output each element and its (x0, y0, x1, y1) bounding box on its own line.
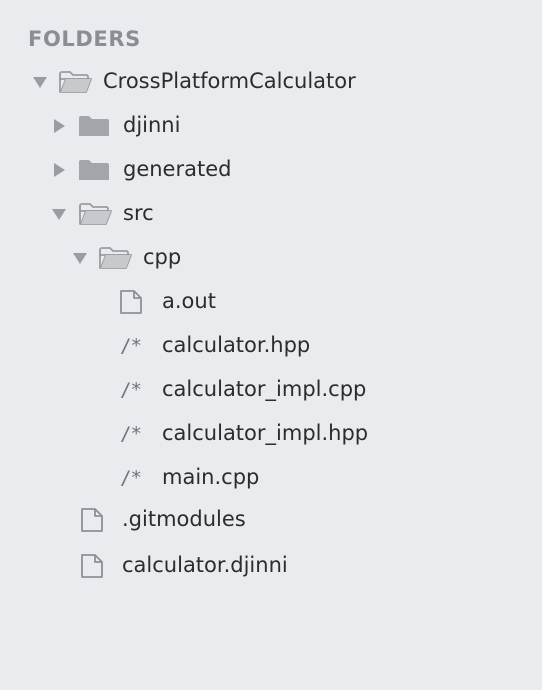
disclosure-expanded-icon[interactable] (52, 209, 66, 220)
folder-closed-icon (79, 160, 109, 180)
tree-item-label: main.cpp (162, 465, 260, 489)
tree-item-calculator-djinni[interactable]: calculator.djinni (0, 546, 542, 586)
tree-item-label: .gitmodules (122, 507, 246, 531)
tree-item-calculator-impl-hpp[interactable]: /* calculator_impl.hpp (0, 414, 542, 454)
folder-open-icon (79, 203, 112, 225)
tree-item-label: calculator.hpp (162, 333, 311, 357)
folder-open-icon (59, 71, 92, 93)
disclosure-collapsed-icon[interactable] (54, 119, 65, 133)
disclosure-expanded-icon[interactable] (33, 77, 47, 88)
comment-icon: /* (120, 423, 142, 445)
tree-item-label: djinni (123, 113, 181, 137)
comment-icon: /* (120, 335, 142, 357)
tree-item-generated[interactable]: generated (0, 150, 542, 190)
disclosure-expanded-icon[interactable] (73, 253, 87, 264)
folder-open-icon (99, 247, 132, 269)
sidebar-folders-panel: FOLDERS CrossPlatformCalculator djinni g… (0, 0, 542, 690)
file-icon (120, 290, 142, 314)
disclosure-collapsed-icon[interactable] (54, 163, 65, 177)
tree-item-gitmodules[interactable]: .gitmodules (0, 500, 542, 540)
file-icon (81, 554, 103, 578)
tree-item-label: calculator_impl.cpp (162, 377, 367, 401)
folder-closed-icon (79, 116, 109, 136)
comment-icon: /* (120, 379, 142, 401)
folders-section-header: FOLDERS (28, 27, 141, 51)
file-icon (81, 508, 103, 532)
tree-item-label: generated (123, 157, 232, 181)
tree-item-main-cpp[interactable]: /* main.cpp (0, 458, 542, 498)
tree-item-calculator-hpp[interactable]: /* calculator.hpp (0, 326, 542, 366)
tree-item-crossplatformcalculator[interactable]: CrossPlatformCalculator (0, 62, 542, 102)
tree-item-cpp[interactable]: cpp (0, 238, 542, 278)
tree-item-label: cpp (143, 245, 182, 269)
tree-item-label: calculator.djinni (122, 553, 288, 577)
tree-item-label: a.out (162, 289, 216, 313)
tree-item-calculator-impl-cpp[interactable]: /* calculator_impl.cpp (0, 370, 542, 410)
tree-item-djinni[interactable]: djinni (0, 106, 542, 146)
comment-icon: /* (120, 467, 142, 489)
tree-item-label: CrossPlatformCalculator (103, 69, 356, 93)
tree-item-label: src (123, 201, 154, 225)
tree-item-a-out[interactable]: a.out (0, 282, 542, 322)
tree-item-label: calculator_impl.hpp (162, 421, 369, 445)
tree-item-src[interactable]: src (0, 194, 542, 234)
